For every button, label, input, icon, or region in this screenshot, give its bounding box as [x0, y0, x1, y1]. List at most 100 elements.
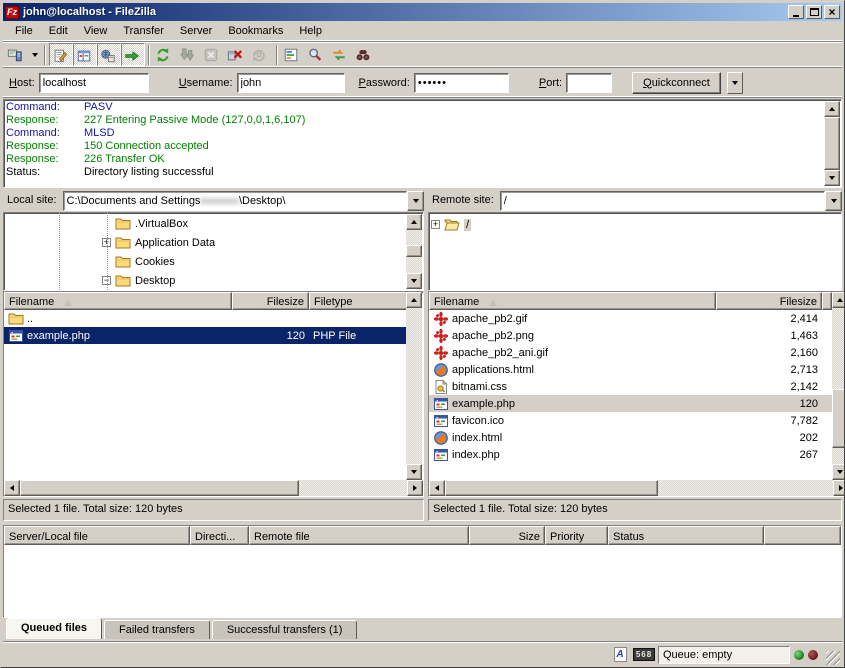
speed-limits-indicator[interactable]: 568	[634, 647, 654, 663]
title-bar[interactable]: Fz john@localhost - FileZilla ×	[3, 3, 842, 21]
tree-item-application-data[interactable]: + Application Data	[4, 233, 405, 252]
menu-help[interactable]: Help	[291, 23, 330, 39]
scrollbar-track[interactable]	[445, 480, 833, 496]
tree-item-desktop[interactable]: − Desktop	[4, 271, 405, 290]
reconnect-button[interactable]	[249, 43, 273, 66]
file-row[interactable]: bitnami.css 2,142	[429, 378, 832, 395]
close-button[interactable]: ×	[824, 5, 840, 19]
quickconnect-dropdown-button[interactable]	[727, 72, 743, 94]
column-header-direction[interactable]: Directi...	[190, 526, 249, 545]
host-input[interactable]	[39, 73, 149, 93]
tree-item-root[interactable]: + /	[431, 215, 841, 234]
directory-comparison-button[interactable]	[305, 43, 329, 66]
column-header-size[interactable]: Size	[469, 526, 545, 545]
menu-view[interactable]: View	[76, 23, 116, 39]
menu-bookmarks[interactable]: Bookmarks	[220, 23, 291, 39]
column-header-filesize[interactable]: Filesize	[232, 292, 309, 310]
window-resize-grip[interactable]	[826, 651, 840, 665]
remote-site-dropdown-button[interactable]	[825, 191, 842, 211]
scroll-up-button[interactable]	[832, 292, 845, 308]
file-row[interactable]: apache_pb2.png 1,463	[429, 327, 832, 344]
file-row[interactable]: apache_pb2_ani.gif 2,160	[429, 344, 832, 361]
tab-queued-files[interactable]: Queued files	[6, 618, 102, 639]
file-row-example-php[interactable]: example.php 120 PHP File 1	[4, 327, 406, 344]
scroll-right-button[interactable]	[833, 480, 845, 496]
file-row-parent-dir[interactable]: ..	[4, 310, 406, 327]
local-list-vertical-scrollbar[interactable]	[406, 292, 423, 480]
quickconnect-button[interactable]: Quickconnect	[632, 72, 721, 94]
message-log[interactable]: Command: PASV Response: 227 Entering Pas…	[3, 99, 842, 188]
tab-successful-transfers[interactable]: Successful transfers (1)	[212, 620, 358, 639]
scroll-right-button[interactable]	[407, 480, 423, 496]
scrollbar-track[interactable]	[406, 230, 422, 273]
remote-site-combobox[interactable]: /	[500, 191, 825, 211]
local-tree-vertical-scrollbar[interactable]	[406, 214, 422, 289]
column-header-status[interactable]: Status	[608, 526, 764, 545]
transfer-type-indicator[interactable]: A	[610, 647, 630, 663]
file-row[interactable]: apache_pb2.gif 2,414	[429, 310, 832, 327]
column-header-priority[interactable]: Priority	[545, 526, 608, 545]
local-site-dropdown-button[interactable]	[407, 191, 424, 211]
scrollbar-track[interactable]	[832, 308, 845, 464]
synchronized-browsing-button[interactable]	[329, 43, 353, 66]
remote-directory-tree[interactable]: + /	[428, 212, 842, 291]
site-manager-button[interactable]	[5, 43, 29, 66]
scrollbar-thumb[interactable]	[824, 117, 840, 170]
scroll-down-button[interactable]	[406, 273, 422, 289]
file-row[interactable]: favicon.ico 7,782	[429, 412, 832, 429]
toggle-message-log-button[interactable]	[49, 43, 73, 66]
tree-item-virtualbox[interactable]: .VirtualBox	[4, 214, 405, 233]
username-input[interactable]	[237, 73, 345, 93]
scrollbar-thumb[interactable]	[445, 480, 658, 496]
scroll-up-button[interactable]	[406, 214, 422, 230]
scrollbar-thumb[interactable]	[20, 480, 299, 496]
toggle-remote-tree-button[interactable]	[97, 43, 121, 66]
refresh-button[interactable]	[153, 43, 177, 66]
minimize-button[interactable]	[788, 5, 804, 19]
port-input[interactable]	[566, 73, 612, 93]
scroll-down-button[interactable]	[832, 464, 845, 480]
directory-listing-filters-button[interactable]	[281, 43, 305, 66]
scroll-down-button[interactable]	[406, 464, 422, 480]
scrollbar-thumb[interactable]	[406, 245, 422, 257]
remote-list-vertical-scrollbar[interactable]	[832, 292, 845, 480]
remote-list-horizontal-scrollbar[interactable]	[429, 480, 845, 496]
scrollbar-track[interactable]	[20, 480, 407, 496]
find-files-button[interactable]	[353, 43, 377, 66]
scroll-left-button[interactable]	[429, 480, 445, 496]
password-input[interactable]	[414, 73, 509, 93]
scrollbar-track[interactable]	[406, 308, 422, 464]
column-header-filesize[interactable]: Filesize	[716, 292, 822, 310]
queue-empty-body[interactable]	[4, 545, 841, 617]
menu-server[interactable]: Server	[172, 23, 220, 39]
scrollbar-thumb[interactable]	[832, 389, 845, 448]
column-header-remote-file[interactable]: Remote file	[249, 526, 469, 545]
column-header-server-local-file[interactable]: Server/Local file	[4, 526, 190, 545]
scroll-down-button[interactable]	[824, 170, 840, 186]
scrollbar-track[interactable]	[824, 117, 840, 170]
local-list-horizontal-scrollbar[interactable]	[4, 480, 423, 496]
local-site-combobox[interactable]: C:\Documents and Settingsxxxxxxx\Desktop…	[63, 191, 407, 211]
remote-list-rows[interactable]: apache_pb2.gif 2,414 apache_pb2.png 1,46…	[429, 310, 832, 480]
menu-transfer[interactable]: Transfer	[115, 23, 172, 39]
column-header-filename[interactable]: Filename	[429, 292, 716, 310]
column-header-filename[interactable]: Filename	[4, 292, 232, 310]
local-directory-tree[interactable]: .VirtualBox + Application Data Cookies −…	[3, 212, 424, 291]
toggle-local-tree-button[interactable]	[73, 43, 97, 66]
tree-item-cookies[interactable]: Cookies	[4, 252, 405, 271]
file-row[interactable]: applications.html 2,713	[429, 361, 832, 378]
toggle-transfer-queue-button[interactable]	[121, 43, 145, 66]
file-row[interactable]: index.html 202	[429, 429, 832, 446]
process-queue-button[interactable]	[177, 43, 201, 66]
local-list-rows[interactable]: .. example.php 120 PHP File 1	[4, 310, 406, 480]
file-row[interactable]: index.php 267	[429, 446, 832, 463]
maximize-button[interactable]	[806, 5, 822, 19]
scroll-up-button[interactable]	[824, 101, 840, 117]
scroll-left-button[interactable]	[4, 480, 20, 496]
cancel-operation-button[interactable]	[201, 43, 225, 66]
log-vertical-scrollbar[interactable]	[824, 101, 840, 186]
site-manager-dropdown-button[interactable]	[29, 43, 41, 66]
disconnect-button[interactable]	[225, 43, 249, 66]
tree-expander-plus[interactable]: +	[431, 220, 440, 229]
scroll-up-button[interactable]	[406, 292, 422, 308]
